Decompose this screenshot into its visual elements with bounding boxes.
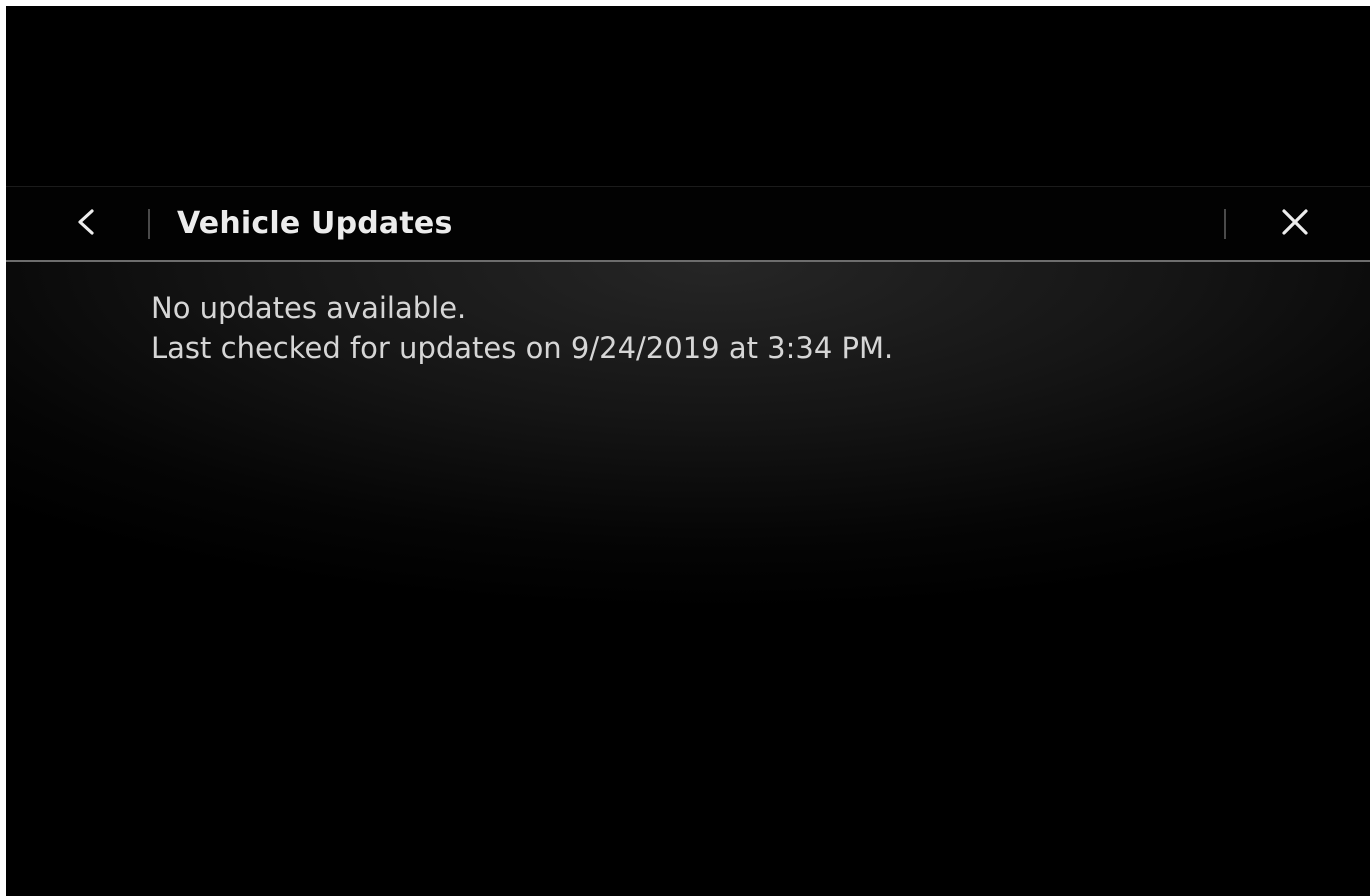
header-divider-left	[148, 209, 150, 239]
page-title: Vehicle Updates	[177, 206, 453, 241]
vehicle-updates-screen: Vehicle Updates No updates available. La…	[0, 0, 1370, 896]
last-checked-text: Last checked for updates on 9/24/2019 at…	[151, 331, 894, 365]
close-button[interactable]	[1260, 187, 1330, 261]
close-icon	[1280, 207, 1310, 241]
header-divider-right	[1224, 209, 1226, 239]
update-message: No updates available. Last checked for u…	[151, 288, 1211, 368]
back-button[interactable]	[46, 187, 126, 261]
top-blank-area	[6, 6, 1370, 186]
content-panel: No updates available. Last checked for u…	[6, 262, 1370, 896]
status-text: No updates available.	[151, 291, 467, 325]
header-bar: Vehicle Updates	[6, 186, 1370, 262]
chevron-left-icon	[75, 207, 97, 241]
